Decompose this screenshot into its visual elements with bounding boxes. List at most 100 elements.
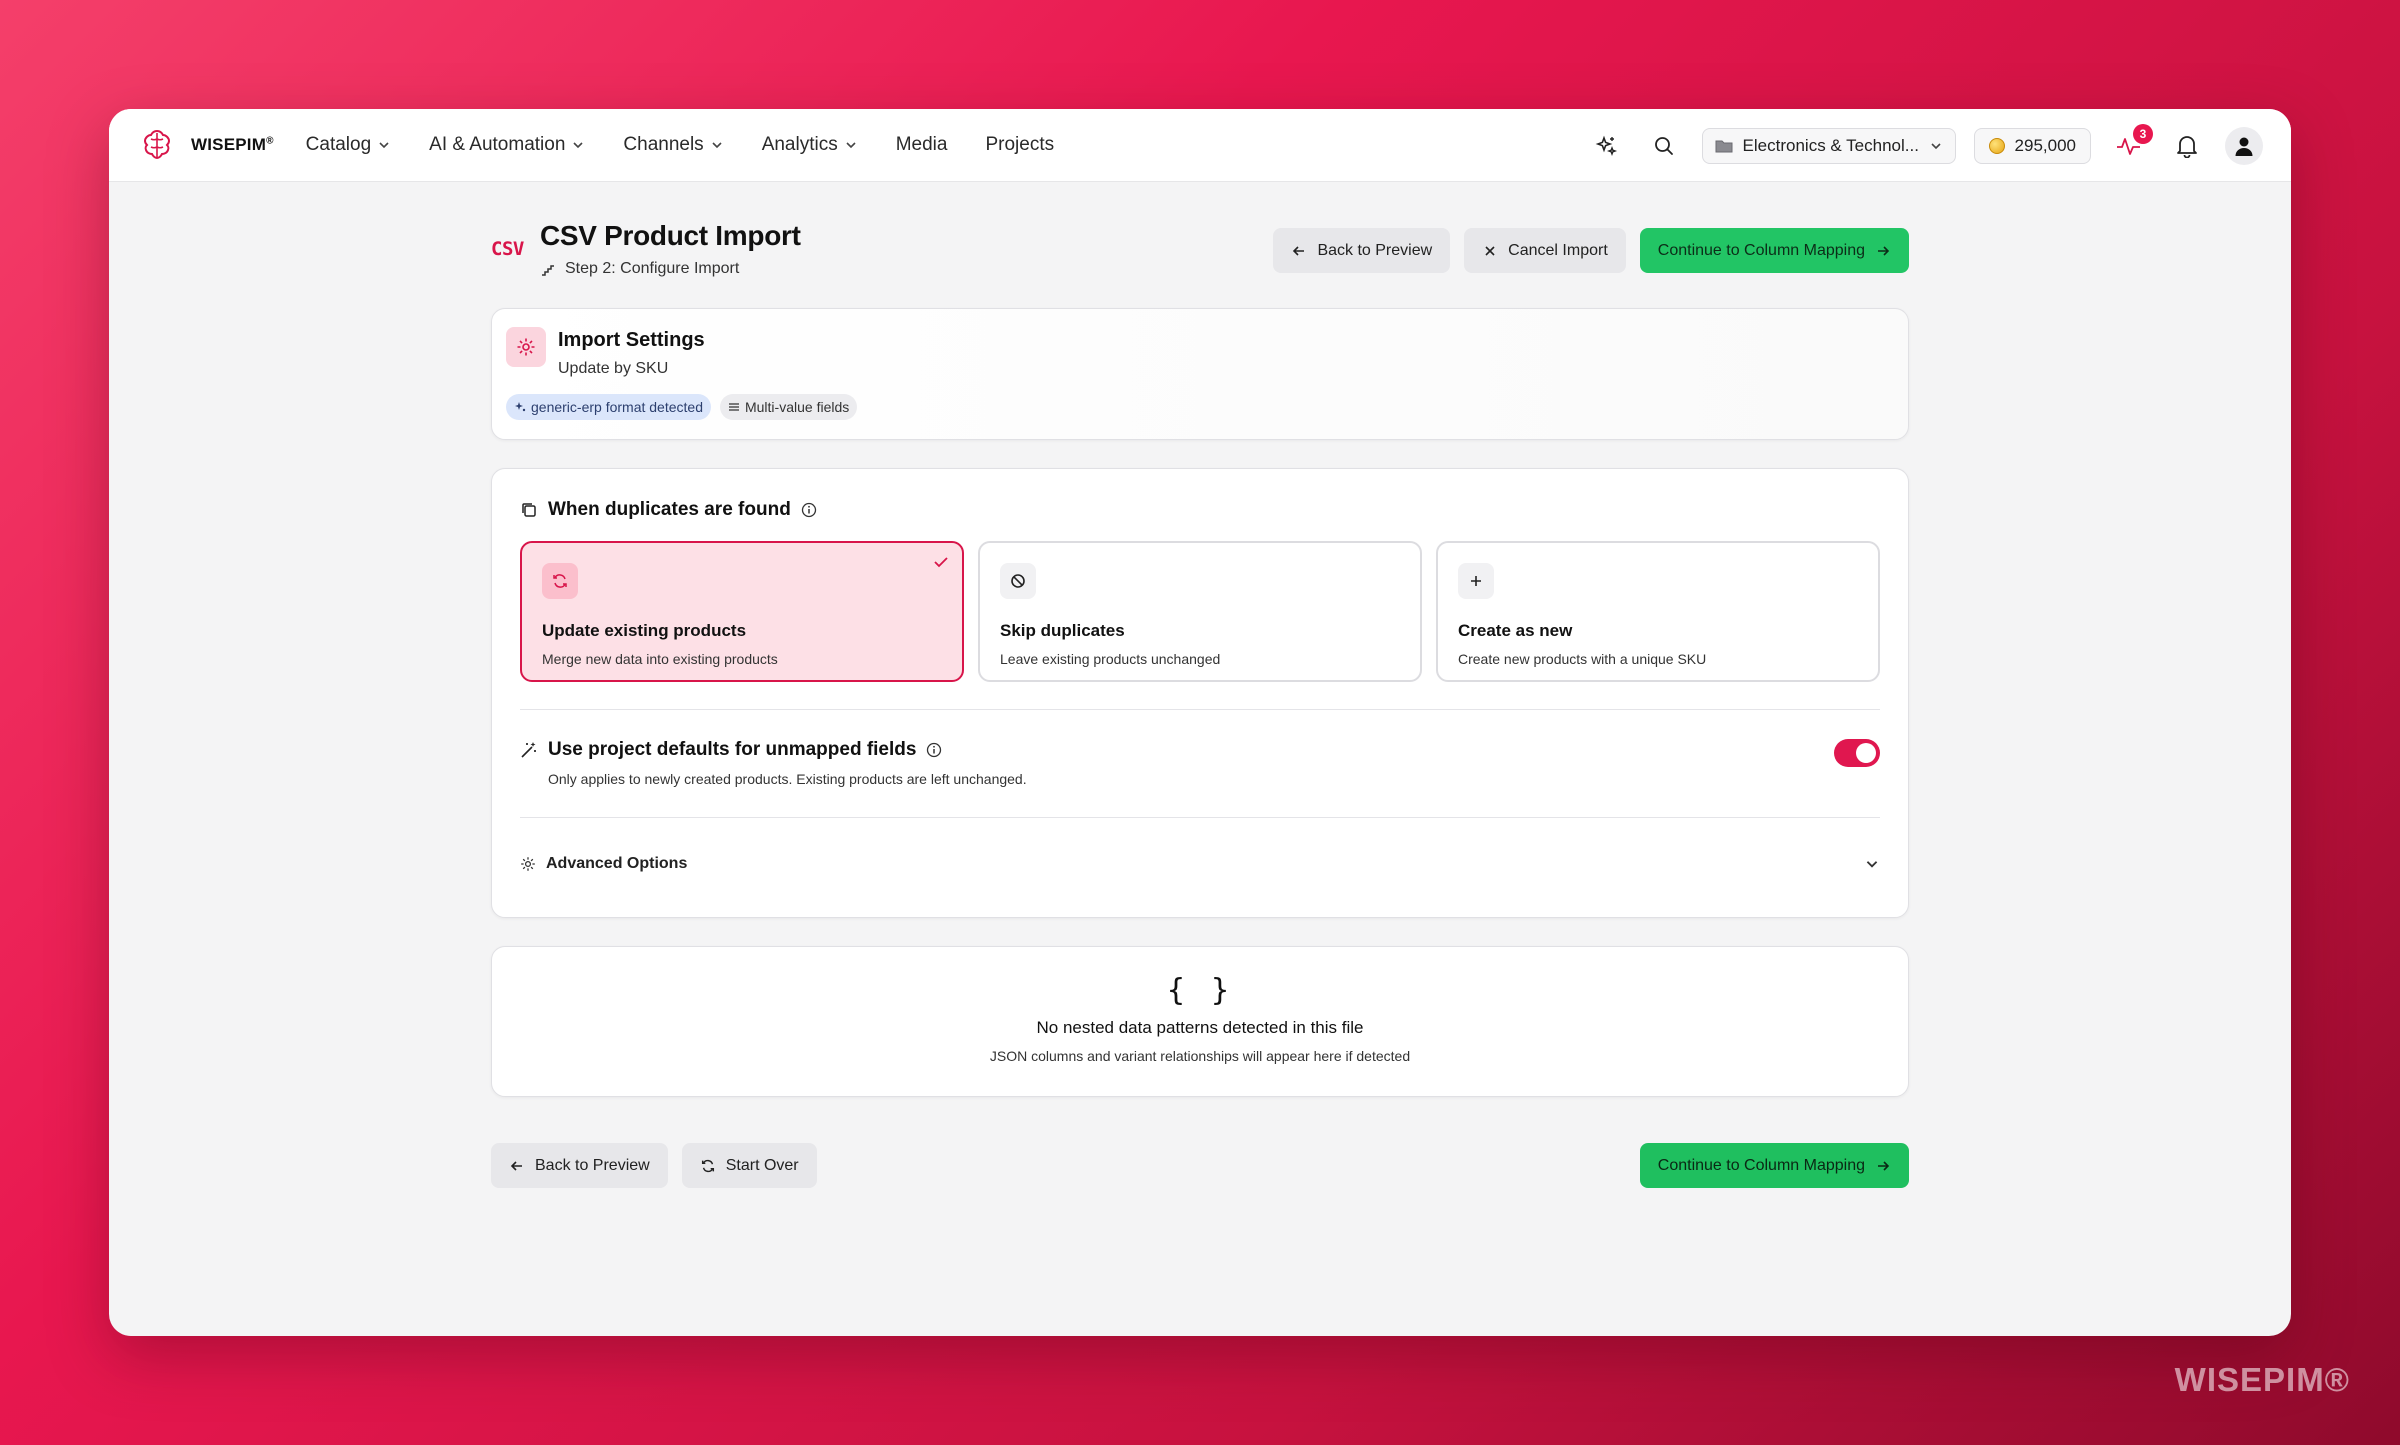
- nav-label: Catalog: [305, 134, 372, 155]
- advanced-options-toggle[interactable]: Advanced Options: [520, 855, 1880, 873]
- duplicates-heading: When duplicates are found: [520, 499, 817, 521]
- advanced-label: Advanced Options: [546, 855, 688, 872]
- refresh-icon-box: [542, 563, 578, 599]
- footer-right-actions: Continue to Column Mapping: [1639, 1143, 1909, 1188]
- settings-title: Import Settings: [558, 329, 705, 351]
- option-title: Update existing products: [542, 621, 747, 640]
- chevron-down-icon: [573, 142, 583, 149]
- option-title: Skip duplicates: [1000, 621, 1125, 640]
- workspace-name: Electronics & Technol...: [1742, 135, 1919, 155]
- close-icon: [1485, 245, 1495, 256]
- option-update-existing[interactable]: Update existing products Merge new data …: [520, 541, 964, 682]
- project-defaults-row: Use project defaults for unmapped fields…: [520, 739, 1880, 787]
- project-defaults-toggle[interactable]: [1834, 739, 1880, 767]
- sparkle-icon: [1595, 135, 1617, 156]
- footer-back-to-preview-button[interactable]: Back to Preview: [491, 1143, 668, 1188]
- format-detected-chip: generic-erp format detected: [506, 394, 711, 420]
- chevron-down-icon: [1866, 861, 1878, 868]
- section-title: When duplicates are found: [548, 499, 791, 520]
- start-over-button[interactable]: Start Over: [681, 1143, 817, 1188]
- notifications-button[interactable]: [2167, 126, 2207, 166]
- option-desc: Create new products with a unique SKU: [1458, 651, 1707, 667]
- nav-channels[interactable]: Channels: [623, 134, 723, 156]
- option-create-as-new[interactable]: Create as new Create new products with a…: [1436, 541, 1880, 682]
- button-label: Start Over: [725, 1156, 799, 1174]
- settings-chips: generic-erp format detected Multi-value …: [506, 394, 1894, 420]
- title-block: CSV Product Import Step 2: Configure Imp…: [540, 220, 801, 278]
- nav-label: AI & Automation: [429, 134, 566, 155]
- user-avatar[interactable]: [2225, 126, 2263, 165]
- cancel-import-button[interactable]: Cancel Import: [1464, 228, 1626, 273]
- nested-data-card: { } No nested data patterns detected in …: [491, 946, 1909, 1097]
- nav-catalog[interactable]: Catalog: [306, 134, 392, 156]
- credits-value: 295,000: [2014, 135, 2076, 155]
- nested-description: JSON columns and variant relationships w…: [989, 1048, 1411, 1064]
- chip-label: Multi-value fields: [744, 399, 850, 415]
- import-settings-card: Import Settings Update by SKU generic-er…: [491, 308, 1909, 440]
- coin-icon: [1988, 137, 2005, 154]
- step-indicator: Step 2: Configure Import: [540, 260, 801, 278]
- steps-icon: [542, 265, 554, 276]
- back-to-preview-button[interactable]: Back to Preview: [1273, 228, 1451, 273]
- sparkle-icon: [515, 402, 526, 412]
- info-icon[interactable]: [926, 742, 942, 758]
- arrow-right-icon: [1878, 245, 1890, 256]
- brand-name: WISEPIM®: [191, 135, 274, 154]
- folder-icon: [1715, 140, 1733, 152]
- footer-continue-column-mapping-button[interactable]: Continue to Column Mapping: [1639, 1143, 1909, 1188]
- button-label: Cancel Import: [1508, 241, 1608, 259]
- ban-icon-box: [1000, 563, 1036, 599]
- continue-column-mapping-button[interactable]: Continue to Column Mapping: [1639, 228, 1909, 273]
- ban-icon: [1011, 574, 1025, 588]
- braces-icon: { }: [1166, 973, 1234, 1008]
- plus-icon-box: [1458, 563, 1494, 599]
- csv-logo: CSV: [491, 238, 524, 260]
- app-window: WISEPIM® Catalog AI & Automation Channel…: [109, 109, 2291, 1336]
- chevron-down-icon: [379, 142, 389, 149]
- nav-ai-automation[interactable]: AI & Automation: [429, 134, 585, 156]
- search-button[interactable]: [1644, 126, 1684, 166]
- settings-subtitle: Update by SKU: [558, 360, 669, 377]
- nav-media[interactable]: Media: [896, 134, 948, 156]
- duplicate-options: Update existing products Merge new data …: [520, 541, 1880, 682]
- divider: [520, 709, 1880, 710]
- nested-title: No nested data patterns detected in this…: [1036, 1018, 1364, 1037]
- header-actions: Back to Preview Cancel Import Continue t…: [1273, 228, 1909, 273]
- workspace-select[interactable]: Electronics & Technol...: [1701, 127, 1956, 164]
- settings-text: Import Settings Update by SKU: [558, 327, 705, 378]
- magic-wand-icon: [521, 742, 536, 758]
- nav-projects[interactable]: Projects: [985, 134, 1054, 156]
- chevron-down-icon: [1930, 142, 1941, 149]
- option-title: Create as new: [1458, 621, 1573, 640]
- bell-icon: [2177, 135, 2197, 158]
- gear-icon: [521, 857, 535, 871]
- option-skip-duplicates[interactable]: Skip duplicates Leave existing products …: [978, 541, 1422, 682]
- settings-icon-box: [506, 327, 546, 367]
- activity-button[interactable]: 3: [2109, 123, 2153, 166]
- defaults-title: Use project defaults for unmapped fields: [548, 739, 917, 760]
- plus-icon: [1471, 576, 1481, 586]
- button-label: Back to Preview: [1317, 241, 1433, 259]
- refresh-icon: [553, 574, 567, 588]
- nav-label: Projects: [985, 134, 1055, 155]
- chevron-down-icon: [846, 142, 856, 149]
- option-desc: Merge new data into existing products: [542, 651, 778, 667]
- nav-label: Channels: [623, 134, 704, 155]
- brand[interactable]: WISEPIM®: [137, 125, 274, 165]
- notification-count-badge: 3: [2133, 123, 2153, 144]
- main-content: CSV CSV Product Import Step 2: Configure…: [491, 182, 1909, 1189]
- button-label: Back to Preview: [535, 1156, 650, 1174]
- gear-icon: [517, 338, 535, 356]
- button-label: Continue to Column Mapping: [1657, 1156, 1865, 1174]
- credits-balance[interactable]: 295,000: [1973, 127, 2091, 164]
- multi-value-chip: Multi-value fields: [719, 394, 858, 420]
- check-icon: [934, 557, 948, 568]
- copy-icon: [522, 503, 536, 517]
- nav-label: Media: [895, 134, 948, 155]
- search-icon: [1654, 136, 1673, 155]
- defaults-description: Only applies to newly created products. …: [548, 771, 1027, 787]
- info-icon[interactable]: [801, 502, 817, 518]
- refresh-icon: [701, 1159, 714, 1172]
- ai-sparkle-button[interactable]: [1586, 126, 1626, 166]
- nav-analytics[interactable]: Analytics: [762, 134, 858, 156]
